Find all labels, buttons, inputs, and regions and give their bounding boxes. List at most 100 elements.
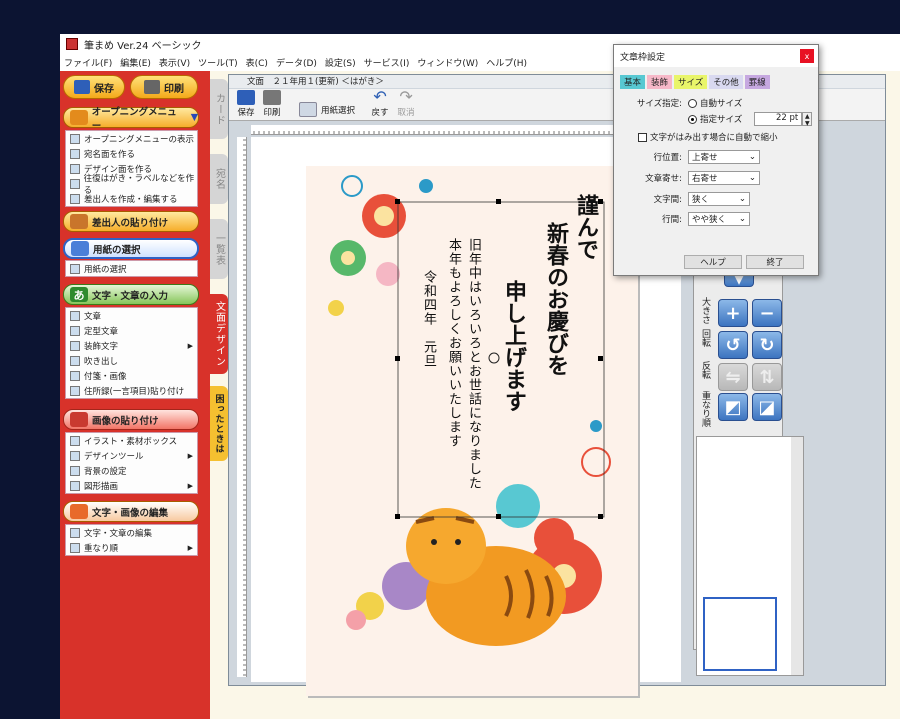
printer-icon bbox=[144, 80, 160, 94]
dropdown-triangle-icon: ▼ bbox=[190, 112, 198, 123]
send-back-button[interactable]: ◪ bbox=[752, 393, 782, 421]
list-item[interactable]: 吹き出し bbox=[66, 353, 197, 368]
paper-list: 用紙の選択 bbox=[65, 260, 198, 277]
image-paste-label: 画像の貼り付け bbox=[92, 415, 159, 427]
enlarge-button[interactable]: + bbox=[718, 299, 748, 327]
line-spacing-label: 行間: bbox=[662, 215, 682, 225]
print-label: 印刷 bbox=[164, 83, 184, 95]
list-item[interactable]: 住所録(一言項目)貼り付け bbox=[66, 383, 197, 398]
thumbnail-preview[interactable] bbox=[696, 436, 804, 676]
tab-size[interactable]: サイズ bbox=[674, 75, 708, 89]
thumbnail-selected[interactable] bbox=[703, 597, 777, 671]
opening-menu-header[interactable]: オープニングメニュー ▼ bbox=[63, 107, 199, 132]
char-spacing-select[interactable]: 狭く ⌄ bbox=[688, 192, 750, 206]
paper-select-label: 用紙の選択 bbox=[93, 244, 141, 256]
tab-border[interactable]: 罫線 bbox=[744, 75, 770, 89]
vertical-ruler bbox=[237, 137, 247, 677]
size-value-input[interactable]: 22 pt bbox=[754, 112, 803, 126]
list-item[interactable]: 差出人を作成・編集する bbox=[66, 191, 197, 206]
menu-help[interactable]: ヘルプ(H) bbox=[482, 56, 531, 69]
line-position-select[interactable]: 上寄せ ⌄ bbox=[688, 150, 760, 164]
list-item[interactable]: 往復はがき・ラベルなどを作る bbox=[66, 174, 197, 196]
paper-icon bbox=[71, 241, 89, 256]
manual-size-radio[interactable] bbox=[688, 114, 697, 124]
alignment-select[interactable]: 右寄せ ⌄ bbox=[688, 171, 760, 185]
toolbar-undo-button[interactable]: ↶ 戻す bbox=[371, 89, 389, 120]
plum-flower-pink bbox=[376, 262, 400, 286]
preview-scrollbar[interactable] bbox=[791, 437, 803, 675]
list-item[interactable]: 重なり順 ▶ bbox=[66, 540, 197, 555]
address-book-icon bbox=[70, 385, 80, 396]
address-icon bbox=[70, 148, 80, 159]
close-button[interactable]: 終了 bbox=[746, 255, 804, 269]
item-label: 住所録(一言項目)貼り付け bbox=[84, 386, 185, 397]
menu-edit[interactable]: 編集(E) bbox=[116, 56, 155, 69]
template-icon bbox=[70, 325, 80, 336]
toolbar-print-button[interactable]: 印刷 bbox=[263, 90, 281, 120]
toolbar-redo-label: 取消 bbox=[397, 108, 415, 118]
menu-table[interactable]: 表(C) bbox=[242, 56, 272, 69]
layer-icon bbox=[70, 542, 80, 553]
edit-header[interactable]: 文字・画像の編集 bbox=[63, 501, 199, 522]
plum-flower-cyan bbox=[496, 484, 540, 528]
toolbar-save-button[interactable]: 保存 bbox=[237, 90, 255, 120]
flip-horizontal-button[interactable]: ⇋ bbox=[718, 363, 748, 391]
list-item[interactable]: 用紙の選択 bbox=[66, 261, 197, 276]
sender-paste-label: 差出人の貼り付け bbox=[92, 217, 169, 229]
submenu-arrow-icon: ▶ bbox=[187, 481, 193, 490]
toolbar-redo-button[interactable]: ↷ 取消 bbox=[397, 89, 415, 120]
menu-data[interactable]: データ(D) bbox=[272, 56, 321, 69]
bring-front-button[interactable]: ◩ bbox=[718, 393, 748, 421]
edit-icon bbox=[70, 504, 88, 519]
shrink-button[interactable]: − bbox=[752, 299, 782, 327]
menu-settings[interactable]: 設定(S) bbox=[321, 56, 360, 69]
dialog-close-button[interactable]: x bbox=[800, 49, 814, 63]
rotate-right-button[interactable]: ↻ bbox=[752, 331, 782, 359]
image-paste-header[interactable]: 画像の貼り付け bbox=[63, 409, 199, 430]
text-input-header[interactable]: あ 文字・文章の入力 bbox=[63, 284, 199, 305]
line-spacing-row: 行間: やや狭く ⌄ bbox=[622, 212, 750, 226]
postcard[interactable]: 謹んで 新春のお慶びを 申し上げます 旧年中はいろいろとお世話になりました 本年… bbox=[306, 166, 638, 696]
tab-design[interactable]: 文面デザイン bbox=[210, 294, 228, 374]
print-button[interactable]: 印刷 bbox=[130, 75, 198, 99]
list-item[interactable]: 図形描画 ▶ bbox=[66, 478, 197, 493]
menu-service[interactable]: サービス(I) bbox=[360, 56, 414, 69]
submenu-arrow-icon: ▶ bbox=[187, 451, 193, 460]
size-spinner[interactable]: ▲ ▼ bbox=[802, 112, 813, 127]
paper-select-header[interactable]: 用紙の選択 bbox=[63, 238, 199, 259]
save-button[interactable]: 保存 bbox=[63, 75, 125, 99]
tab-list[interactable]: 一覧表 bbox=[210, 219, 228, 279]
list-item[interactable]: 装飾文字 ▶ bbox=[66, 338, 197, 353]
list-item[interactable]: 文章 bbox=[66, 308, 197, 323]
list-item[interactable]: 文字・文章の編集 bbox=[66, 525, 197, 540]
tab-other[interactable]: その他 bbox=[709, 75, 743, 89]
flower-pink-bottom bbox=[346, 610, 366, 630]
list-item[interactable]: 宛名面を作る bbox=[66, 146, 197, 161]
tab-card[interactable]: カード bbox=[210, 79, 228, 139]
toolbar-paper-button[interactable]: 用紙選択 bbox=[299, 102, 355, 120]
help-button[interactable]: ヘルプ bbox=[684, 255, 742, 269]
rotate-left-button[interactable]: ↺ bbox=[718, 331, 748, 359]
tab-basic[interactable]: 基本 bbox=[620, 75, 646, 89]
list-item[interactable]: デザインツール ▶ bbox=[66, 448, 197, 463]
shrink-checkbox[interactable] bbox=[638, 132, 647, 142]
menu-file[interactable]: ファイル(F) bbox=[60, 56, 116, 69]
sender-paste-button[interactable]: 差出人の貼り付け bbox=[63, 211, 199, 232]
menu-tools[interactable]: ツール(T) bbox=[194, 56, 242, 69]
auto-size-radio[interactable] bbox=[688, 98, 697, 108]
flip-vertical-button[interactable]: ⇅ bbox=[752, 363, 782, 391]
item-label: 図形描画 bbox=[84, 481, 119, 492]
list-item[interactable]: 定型文章 bbox=[66, 323, 197, 338]
line-spacing-select[interactable]: やや狭く ⌄ bbox=[688, 212, 750, 226]
item-label: 吹き出し bbox=[84, 356, 119, 367]
menu-window[interactable]: ウィンドウ(W) bbox=[413, 56, 482, 69]
list-item[interactable]: イラスト・素材ボックス bbox=[66, 433, 197, 448]
background-icon bbox=[70, 465, 80, 476]
menu-view[interactable]: 表示(V) bbox=[155, 56, 194, 69]
tab-help[interactable]: 困ったときは bbox=[210, 386, 228, 461]
tab-decoration[interactable]: 装飾 bbox=[647, 75, 673, 89]
tab-address[interactable]: 宛名 bbox=[210, 154, 228, 204]
list-item[interactable]: 付箋・画像 bbox=[66, 368, 197, 383]
list-item[interactable]: オープニングメニューの表示 bbox=[66, 131, 197, 146]
list-item[interactable]: 背景の設定 bbox=[66, 463, 197, 478]
